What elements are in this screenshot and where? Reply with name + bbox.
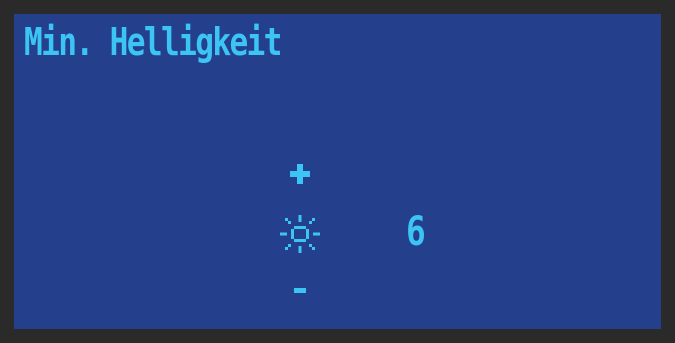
brightness-value: 6 [406, 209, 426, 255]
decrease-brightness-button[interactable] [286, 276, 314, 304]
page-title: Min. Helligkeit [24, 20, 282, 64]
increase-brightness-button[interactable] [286, 160, 314, 188]
plus-icon [290, 164, 310, 184]
lcd-screen: Min. Helligkeit 6 [14, 14, 661, 329]
minus-icon [294, 288, 306, 293]
sun-icon [280, 215, 320, 253]
display-bezel: Min. Helligkeit 6 [0, 0, 675, 343]
